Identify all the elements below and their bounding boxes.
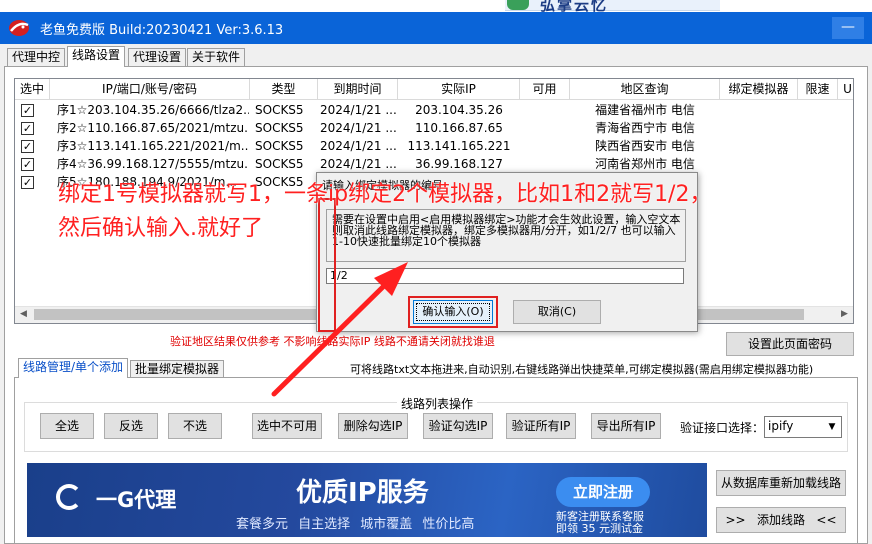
annotation-arrow-icon [271,262,408,397]
ad-headline: 优质IP服务 [296,478,429,508]
cancel-label: 取消(C) [537,305,577,318]
col-header-type[interactable]: 类型 [250,79,318,100]
row-checkbox[interactable]: ✓ [21,122,34,135]
set-page-password-button[interactable]: 设置此页面密码 [726,332,854,356]
table-cell-region: 陕西省西安市 电信 [595,139,695,153]
minimize-button[interactable]: — [832,17,864,39]
row-checkbox[interactable]: ✓ [21,104,34,117]
table-cell-expire: 2024/1/21 ... [320,121,396,135]
ad-note-line: 即领 35 元测试金 [556,522,643,535]
table-cell-line: 序2☆110.166.87.65/2021/mtzu... [57,121,249,135]
table-cell-type: SOCKS5 [255,139,304,153]
table-cell-type: SOCKS5 [255,103,304,117]
add-line-button[interactable]: >> 添加线路 << [716,507,846,533]
reload-from-db-button[interactable]: 从数据库重新加载线路 [716,470,846,496]
scroll-left-arrow-icon[interactable]: ◀ [15,306,32,323]
table-cell-region: 青海省西宁市 电信 [595,121,695,135]
ad-logo-text: 一G代理 [96,488,177,512]
table-cell-real-ip: 110.166.87.65 [415,121,503,135]
ad-note: 新客注册联系客服 即领 35 元测试金 [556,511,644,535]
background-banner [505,0,720,11]
col-header-u[interactable]: U [838,79,853,100]
tab-proxy-settings[interactable]: 代理设置 [128,48,187,67]
select-none-button[interactable]: 不选 [168,413,222,439]
table-cell-real-ip: 113.141.165.221 [407,139,511,153]
tab-line-settings[interactable]: 线路设置 [67,46,126,67]
table-cell-line: 序1☆203.104.35.26/6666/tlza2... [57,103,249,117]
window-title: 老鱼免费版 Build:20230421 Ver:3.6.13 [40,23,284,38]
col-header-speed-limit[interactable]: 限速 [798,79,838,100]
table-cell-line: 序4☆36.99.168.127/5555/mtzu... [57,157,249,171]
table-cell-region: 福建省福州市 电信 [595,103,695,117]
table-cell-expire: 2024/1/21 ... [320,157,396,171]
table-cell-real-ip: 203.104.35.26 [415,103,503,117]
ad-register-button[interactable]: 立即注册 [556,477,650,507]
verify-checked-ip-button[interactable]: 验证勾选IP [423,413,493,439]
tab-proxy-control[interactable]: 代理中控 [7,48,66,67]
fish-app-icon [9,20,29,36]
verify-all-ip-button[interactable]: 验证所有IP [506,413,576,439]
row-checkbox[interactable]: ✓ [21,176,34,189]
ad-subline: 套餐多元 自主选择 城市覆盖 性价比高 [236,517,475,532]
invert-select-button[interactable]: 反选 [104,413,158,439]
table-cell-expire: 2024/1/21 ... [320,103,396,117]
table-cell-real-ip: 36.99.168.127 [415,157,503,171]
verify-interface-label: 验证接口选择： [680,421,765,435]
row-checkbox[interactable]: ✓ [21,140,34,153]
table-cell-region: 河南省郑州市 电信 [595,157,695,171]
col-header-bind-emulator[interactable]: 绑定模拟器 [720,79,798,100]
col-header-real-ip[interactable]: 实际IP [398,79,520,100]
export-all-ip-button[interactable]: 导出所有IP [591,413,661,439]
row-checkbox[interactable]: ✓ [21,158,34,171]
table-cell-type: SOCKS5 [255,157,304,171]
table-cell-type: SOCKS5 [255,121,304,135]
col-header-region[interactable]: 地区查询 [570,79,720,100]
verify-interface-value: ipify [768,419,794,433]
g-logo-icon [56,484,82,510]
scroll-right-arrow-icon[interactable]: ▶ [836,306,853,323]
col-header-line[interactable]: IP/端口/账号/密码 [50,79,250,100]
annotation-line-1: 绑定1号模拟器就写1，一条ip绑定2个模拟器，比如1和2就写1/2， [58,182,712,207]
col-header-expire[interactable]: 到期时间 [318,79,398,100]
banner-logo-icon [507,0,529,10]
table-cell-line: 序3☆113.141.165.221/2021/m... [57,139,249,153]
highlight-box-ok [408,296,498,328]
tab-about[interactable]: 关于软件 [187,48,246,67]
select-unavailable-button[interactable]: 选中不可用 [252,413,322,439]
annotation-line-2: 然后确认输入.就好了 [58,216,263,241]
table-cell-expire: 2024/1/21 ... [320,139,396,153]
subtab-line-management[interactable]: 线路管理/单个添加 [18,358,129,378]
dialog-message: 需要在设置中启用<启用模拟器绑定>功能才会生效此设置，输入空文本则取消此线路绑定… [332,213,681,248]
cancel-button[interactable]: 取消(C) [513,300,601,324]
subtab-batch-bind[interactable]: 批量绑定模拟器 [130,360,225,378]
top-strip [0,0,872,12]
chevron-down-icon[interactable]: ▼ [823,417,841,437]
col-header-select[interactable]: 选中 [15,79,50,100]
delete-checked-ip-button[interactable]: 删除勾选IP [338,413,408,439]
select-all-button[interactable]: 全选 [40,413,94,439]
col-header-available[interactable]: 可用 [520,79,570,100]
